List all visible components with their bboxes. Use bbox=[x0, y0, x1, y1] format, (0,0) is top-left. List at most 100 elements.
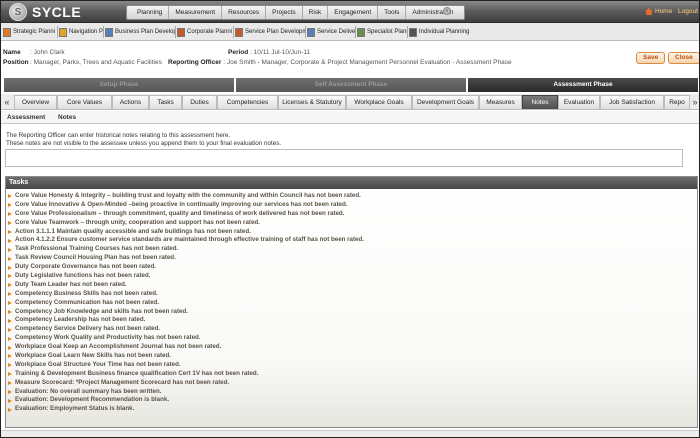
task-item[interactable]: Core Value Teamwork – through unity, coo… bbox=[8, 219, 697, 228]
task-item[interactable]: Competency Communication has not been ra… bbox=[8, 299, 697, 308]
subtab-assessment[interactable]: Assessment bbox=[7, 112, 45, 123]
tab-core-values[interactable]: Core Values bbox=[57, 95, 112, 109]
phase-self-assessment[interactable]: Self Assessment Phase bbox=[236, 78, 468, 92]
task-item[interactable]: Action 3.1.1.1 Maintain quality accessib… bbox=[8, 228, 697, 237]
task-item[interactable]: Competency Work Quality and Productivity… bbox=[8, 334, 697, 343]
task-text: Competency Communication has not been ra… bbox=[15, 298, 160, 306]
shortcut-item[interactable]: Individual Planning bbox=[409, 26, 479, 38]
task-item[interactable]: Evaluation: Employment Status is blank. bbox=[8, 405, 697, 414]
arrow-right-icon bbox=[8, 310, 12, 315]
home-link[interactable]: Home bbox=[645, 8, 672, 15]
task-item[interactable]: Workplace Goal Keep an Accomplishment Jo… bbox=[8, 343, 697, 352]
notes-input[interactable] bbox=[5, 149, 683, 167]
tab-job-satisfaction[interactable]: Job Satisfaction bbox=[600, 95, 664, 109]
task-text: Action 4.1.2.2 Ensure customer service s… bbox=[15, 236, 364, 244]
logo[interactable]: S SYCLE bbox=[9, 3, 99, 21]
task-item[interactable]: Duty Legislative functions has not been … bbox=[8, 272, 697, 281]
tab-actions[interactable]: Actions bbox=[112, 95, 149, 109]
main-nav-item[interactable]: Resources bbox=[222, 6, 267, 19]
task-item[interactable]: Core Value Honesty & Integrity – buildin… bbox=[8, 192, 697, 201]
task-text: Training & Development Business finance … bbox=[15, 369, 259, 377]
position-text: : Manager, Parks, Trees and Aquatic Faci… bbox=[30, 59, 162, 66]
tab-competencies[interactable]: Competencies bbox=[217, 95, 278, 109]
tab-workplace-goals[interactable]: Workplace Goals bbox=[346, 95, 412, 109]
shortcut-item[interactable]: Navigation Pa bbox=[59, 26, 103, 38]
shortcut-item[interactable]: Business Plan Developme bbox=[105, 26, 175, 38]
task-item[interactable]: Competency Business Skills has not been … bbox=[8, 290, 697, 299]
shortcut-item[interactable]: Specialist Planni bbox=[357, 26, 407, 38]
task-item[interactable]: Action 4.1.2.2 Ensure customer service s… bbox=[8, 236, 697, 245]
task-item[interactable]: Measure Scorecard: *Project Management S… bbox=[8, 379, 697, 388]
phase-assessment[interactable]: Assessment Phase bbox=[468, 78, 698, 92]
tab-scroll-right-icon[interactable]: » bbox=[690, 95, 699, 109]
name-label: Name bbox=[3, 49, 21, 56]
main-nav-item[interactable]: Risk bbox=[303, 6, 329, 19]
arrow-right-icon bbox=[8, 336, 12, 341]
task-item[interactable]: Competency Service Delivery has not been… bbox=[8, 325, 697, 334]
main-nav-item[interactable]: Administration bbox=[406, 6, 459, 19]
phase-setup[interactable]: Setup Phase bbox=[4, 78, 236, 92]
app-window: S SYCLE Planning Measurement Resources Proj… bbox=[0, 0, 700, 438]
tab-repo[interactable]: Repo bbox=[664, 95, 690, 109]
task-text: Action 3.1.1.1 Maintain quality accessib… bbox=[15, 227, 251, 235]
nav-more-icon[interactable]: » bbox=[443, 7, 451, 15]
arrow-right-icon bbox=[8, 274, 12, 279]
task-item[interactable]: Duty Corporate Governance has not been r… bbox=[8, 263, 697, 272]
main-nav-item[interactable]: Tools bbox=[378, 6, 407, 19]
task-item[interactable]: Task Review Council Housing Plan has not… bbox=[8, 254, 697, 263]
main-nav-item[interactable]: Planning bbox=[131, 6, 170, 19]
task-item[interactable]: Task Professional Training Courses has n… bbox=[8, 245, 697, 254]
tab-notes[interactable]: Notes bbox=[522, 95, 558, 109]
task-item[interactable]: Workplace Goal Structure Your Time has n… bbox=[8, 361, 697, 370]
shortcut-label: Service Plan Developme bbox=[245, 29, 305, 35]
shortcut-item[interactable]: Strategic Planni bbox=[3, 26, 55, 38]
shortcut-bar: Strategic Planni Navigation Pa Business Pl… bbox=[1, 23, 699, 41]
task-item[interactable]: Workplace Goal Learn New Skills has not … bbox=[8, 352, 697, 361]
arrow-right-icon bbox=[8, 301, 12, 306]
task-text: Workplace Goal Learn New Skills has not … bbox=[15, 352, 171, 360]
shortcut-icon bbox=[307, 27, 315, 37]
task-item[interactable]: Evaluation: No overall summary has been … bbox=[8, 388, 697, 397]
tab-licenses-statutory[interactable]: Licenses & Statutory bbox=[278, 95, 346, 109]
shortcut-item[interactable]: Service Delive bbox=[307, 26, 355, 38]
tab-development-goals[interactable]: Development Goals bbox=[412, 95, 479, 109]
task-text: Measure Scorecard: *Project Management S… bbox=[15, 378, 230, 386]
tab-evaluation[interactable]: Evaluation bbox=[558, 95, 600, 109]
task-item[interactable]: Training & Development Business finance … bbox=[8, 370, 697, 379]
task-item[interactable]: Competency Leadership has not been rated… bbox=[8, 316, 697, 325]
task-item[interactable]: Evaluation: Development Recommendation i… bbox=[8, 396, 697, 405]
subtab-notes[interactable]: Notes bbox=[58, 112, 76, 123]
tab-tasks[interactable]: Tasks bbox=[149, 95, 182, 109]
shortcut-label: Business Plan Developme bbox=[115, 29, 175, 35]
task-item[interactable]: Duty Team Leader has not been rated. bbox=[8, 281, 697, 290]
task-text: Evaluation: Development Recommendation i… bbox=[15, 396, 170, 404]
logo-text: SYCLE bbox=[32, 4, 82, 20]
main-nav-item[interactable]: Projects bbox=[266, 6, 303, 19]
task-item[interactable]: Core Value Professionalism – through com… bbox=[8, 210, 697, 219]
notes-info-line: These notes are not visible to the asses… bbox=[6, 140, 282, 147]
notes-info-line: The Reporting Officer can enter historic… bbox=[6, 132, 231, 139]
tab-overview[interactable]: Overview bbox=[14, 95, 57, 109]
close-button[interactable]: Close bbox=[668, 52, 699, 64]
arrow-right-icon bbox=[8, 372, 12, 377]
task-text: Task Professional Training Courses has n… bbox=[15, 245, 179, 253]
shortcut-item[interactable]: Corporate Planni bbox=[177, 26, 233, 38]
task-item[interactable]: Competency Job Knowledge and skills has … bbox=[8, 308, 697, 317]
shortcut-label: Specialist Planni bbox=[367, 29, 407, 35]
shortcut-icon bbox=[3, 27, 11, 37]
main-nav-item[interactable]: Measurement bbox=[169, 6, 223, 19]
main-nav-item[interactable]: Engagement bbox=[328, 6, 379, 19]
shortcut-item[interactable]: Service Plan Developme bbox=[235, 26, 305, 38]
task-text: Core Value Honesty & Integrity – buildin… bbox=[15, 192, 361, 199]
task-text: Duty Legislative functions has not been … bbox=[15, 272, 151, 280]
save-button[interactable]: Save bbox=[636, 52, 666, 64]
task-item[interactable]: Core Value Innovative & Open-Minded –bei… bbox=[8, 201, 697, 210]
arrow-right-icon bbox=[8, 256, 12, 261]
shortcut-separator bbox=[175, 26, 176, 38]
logout-link[interactable]: Logout bbox=[678, 8, 698, 15]
tab-scroll-left-icon[interactable]: « bbox=[2, 95, 12, 109]
tab-measures[interactable]: Measures bbox=[479, 95, 522, 109]
shortcut-label: Service Delive bbox=[317, 29, 355, 35]
shortcut-icon bbox=[177, 27, 185, 37]
tab-duties[interactable]: Duties bbox=[182, 95, 217, 109]
